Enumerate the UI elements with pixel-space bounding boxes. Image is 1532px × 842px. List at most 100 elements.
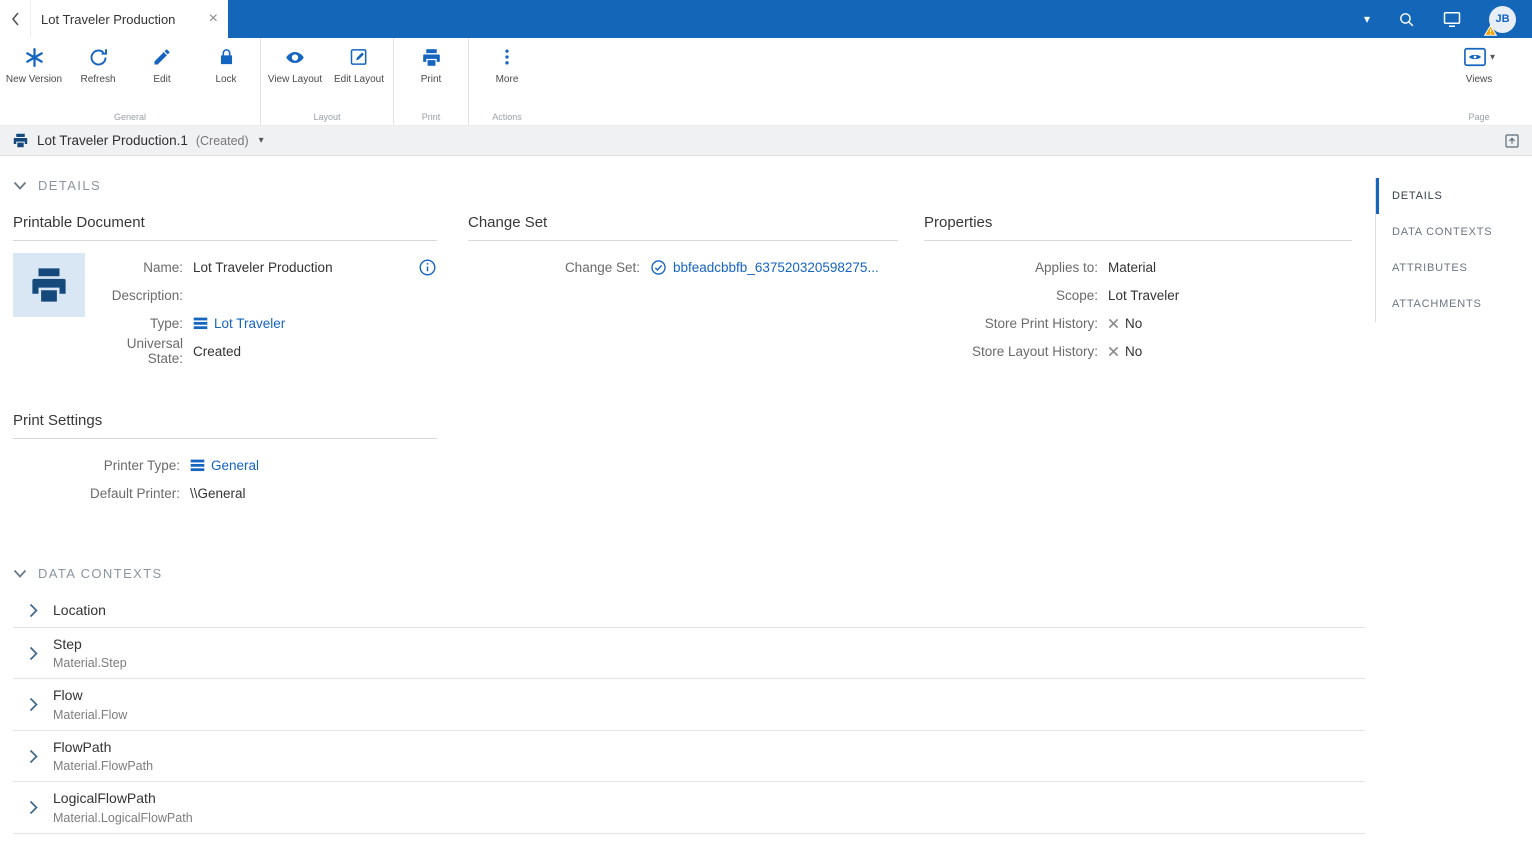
properties-panel: Properties Applies to: Material Scope: L… — [924, 214, 1352, 365]
print-label: Print — [420, 74, 442, 85]
new-version-icon — [24, 45, 45, 69]
store-print-history-label: Store Print History: — [984, 315, 1098, 331]
toolbar: New Version Refresh Edit Lock General Vi… — [0, 38, 1532, 126]
close-icon[interactable]: × — [209, 11, 218, 27]
print-button[interactable]: Print — [396, 45, 466, 86]
field-applies-to: Applies to: Material — [924, 253, 1352, 281]
applies-to-value: Material — [1108, 259, 1157, 275]
field-description: Description: — [93, 281, 437, 309]
monitor-icon[interactable] — [1443, 11, 1461, 28]
toolbar-group-label-layout: Layout — [313, 112, 341, 122]
open-panel-icon[interactable] — [1504, 133, 1520, 149]
store-layout-history-value: No — [1125, 343, 1143, 359]
list-item-location[interactable]: Location — [13, 594, 1365, 628]
chevron-right-icon[interactable] — [13, 646, 53, 661]
x-mark-icon — [1108, 346, 1119, 357]
chevron-down-icon: ▾ — [1489, 51, 1496, 63]
details-section-title: DETAILS — [38, 178, 102, 193]
top-bar: Lot Traveler Production × ▾ JB — [0, 0, 1532, 38]
back-button[interactable] — [0, 0, 30, 38]
scope-label: Scope: — [1055, 287, 1098, 303]
printer-icon — [421, 45, 442, 69]
nav-item-details[interactable]: DETAILS — [1376, 178, 1532, 214]
document-state: (Created) — [195, 133, 249, 148]
eye-icon — [284, 45, 306, 69]
type-label: Type: — [149, 315, 183, 331]
edit-button[interactable]: Edit — [130, 45, 194, 86]
tab-lot-traveler-production[interactable]: Lot Traveler Production × — [30, 0, 228, 38]
avatar[interactable]: JB — [1484, 5, 1516, 36]
print-settings-title: Print Settings — [13, 412, 437, 439]
chevron-down-icon — [13, 181, 27, 190]
view-layout-button[interactable]: View Layout — [263, 45, 327, 86]
info-icon[interactable] — [418, 258, 437, 277]
name-value: Lot Traveler Production — [193, 259, 333, 275]
document-selector[interactable]: Lot Traveler Production.1 (Created) ▾ — [12, 132, 264, 149]
printer-type-link[interactable]: General — [211, 458, 259, 473]
more-dots-icon — [497, 45, 517, 69]
view-layout-label: View Layout — [267, 74, 323, 85]
list-item-logicalflowpath[interactable]: LogicalFlowPath Material.LogicalFlowPath — [13, 782, 1365, 834]
search-icon[interactable] — [1398, 11, 1415, 28]
nav-item-attachments[interactable]: ATTACHMENTS — [1376, 286, 1532, 322]
avatar-initials: JB — [1495, 13, 1510, 25]
printer-icon — [12, 132, 29, 149]
lock-icon — [217, 45, 236, 69]
toolbar-group-label-general: General — [113, 112, 147, 122]
topbar-actions: ▾ JB — [228, 0, 1532, 38]
context-name: LogicalFlowPath — [53, 790, 156, 807]
edit-layout-button[interactable]: Edit Layout — [327, 45, 391, 86]
refresh-button[interactable]: Refresh — [66, 45, 130, 86]
toolbar-group-print: Print Print — [393, 38, 468, 125]
type-link[interactable]: Lot Traveler — [214, 316, 285, 331]
toolbar-group-page: ▾ Views Page — [1438, 38, 1532, 125]
default-printer-label: Default Printer: — [89, 485, 180, 501]
name-label: Name: — [143, 259, 183, 275]
chevron-right-icon[interactable] — [13, 800, 53, 815]
context-path: Material.Flow — [53, 707, 128, 722]
printer-icon — [32, 268, 66, 302]
edit-label: Edit — [153, 74, 171, 85]
scope-value: Lot Traveler — [1108, 287, 1180, 303]
field-universal-state: Universal State: Created — [93, 336, 437, 366]
toolbar-left-groups: New Version Refresh Edit Lock General Vi… — [0, 38, 545, 125]
change-set-panel: Change Set Change Set: bbfeadcbbfb_63752… — [468, 214, 898, 281]
main-content: DETAILS DETAILS DATA CONTEXTS ATTRIBUTES… — [0, 156, 1532, 842]
views-button[interactable]: ▾ Views — [1440, 45, 1518, 86]
data-contexts-section-toggle[interactable]: DATA CONTEXTS — [13, 566, 163, 581]
chevron-right-icon[interactable] — [13, 749, 53, 764]
new-version-button[interactable]: New Version — [2, 45, 66, 86]
edit-layout-label: Edit Layout — [333, 74, 385, 85]
list-item-flow[interactable]: Flow Material.Flow — [13, 679, 1365, 731]
context-path: Material.LogicalFlowPath — [53, 810, 193, 825]
more-button[interactable]: More — [471, 45, 543, 86]
lock-button[interactable]: Lock — [194, 45, 258, 86]
chevron-left-icon — [11, 12, 19, 26]
list-item-flowpath[interactable]: FlowPath Material.FlowPath — [13, 731, 1365, 783]
properties-title: Properties — [924, 214, 1352, 241]
field-type: Type: Lot Traveler — [93, 309, 437, 337]
default-printer-value: \\General — [190, 485, 246, 501]
printer-type-label: Printer Type: — [103, 457, 180, 473]
field-name: Name: Lot Traveler Production — [93, 253, 437, 281]
field-change-set: Change Set: bbfeadcbbfb_637520320598275.… — [468, 253, 898, 281]
chevron-down-icon[interactable]: ▾ — [1364, 12, 1370, 26]
document-bar: Lot Traveler Production.1 (Created) ▾ — [0, 126, 1532, 156]
chevron-right-icon[interactable] — [13, 697, 53, 712]
toolbar-group-actions: More Actions — [468, 38, 545, 125]
nav-item-data-contexts[interactable]: DATA CONTEXTS — [1376, 214, 1532, 250]
printable-document-panel: Printable Document Name: Lot Traveler Pr… — [13, 214, 437, 366]
details-section-toggle[interactable]: DETAILS — [13, 178, 101, 193]
refresh-icon — [88, 45, 109, 69]
list-item-step[interactable]: Step Material.Step — [13, 628, 1365, 680]
refresh-label: Refresh — [80, 74, 116, 85]
context-path: Material.FlowPath — [53, 759, 154, 774]
chevron-down-icon: ▾ — [258, 135, 264, 146]
chevron-right-icon[interactable] — [13, 603, 53, 618]
change-set-link[interactable]: bbfeadcbbfb_637520320598275... — [673, 260, 879, 275]
nav-item-attributes[interactable]: ATTRIBUTES — [1376, 250, 1532, 286]
print-settings-panel: Print Settings Printer Type: General Def… — [13, 412, 437, 507]
description-label: Description: — [111, 287, 183, 303]
store-layout-history-label: Store Layout History: — [971, 343, 1098, 359]
universal-state-value: Created — [193, 343, 242, 359]
